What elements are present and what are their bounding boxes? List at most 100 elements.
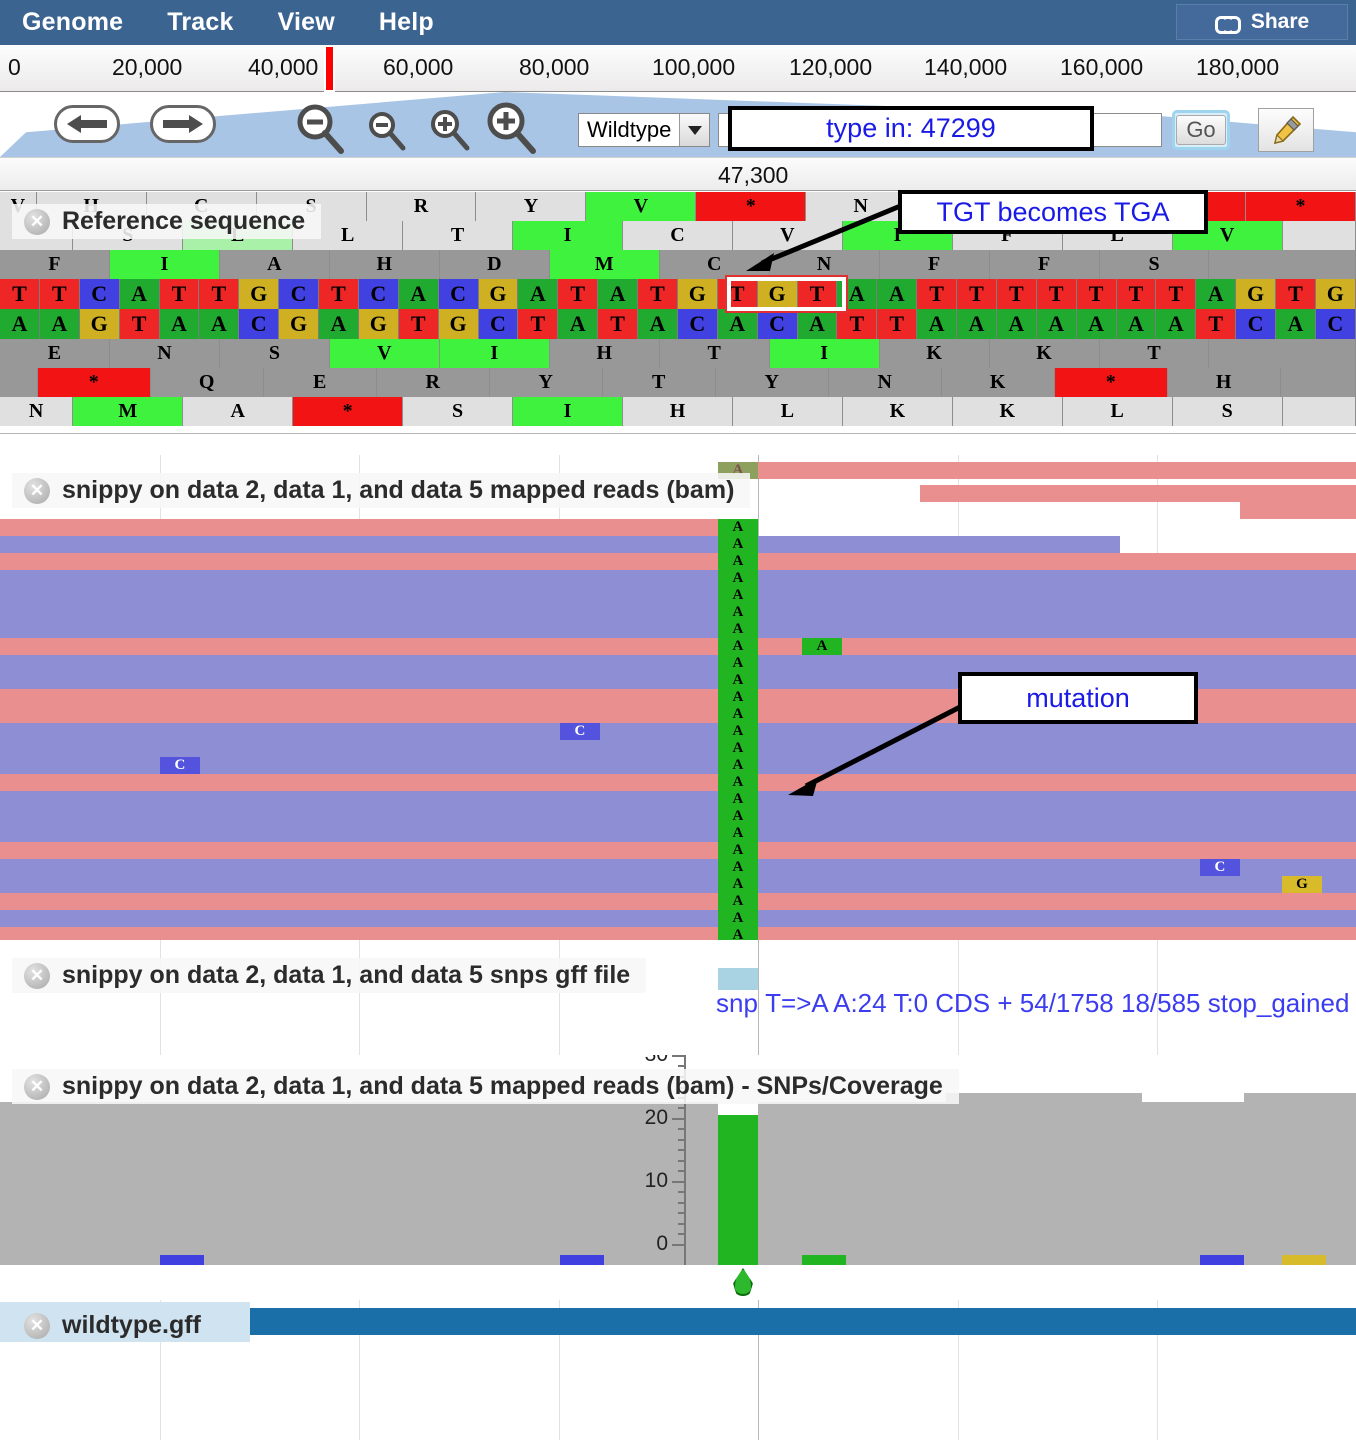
coverage-ytick: 10 <box>645 1169 668 1193</box>
back-button[interactable] <box>54 105 120 143</box>
base-cell: G <box>239 279 279 309</box>
zoom-in-small-button[interactable] <box>426 106 474 154</box>
read-snp-marker[interactable]: A <box>718 910 758 927</box>
read-alignment[interactable] <box>0 842 1356 859</box>
read-snp-marker[interactable]: A <box>718 638 758 655</box>
read-alignment[interactable] <box>0 927 1356 940</box>
read-alignment[interactable] <box>0 808 1356 825</box>
overview-ruler[interactable]: 0 20,000 40,000 60,000 80,000 100,000 12… <box>0 45 1356 92</box>
read-snp-marker[interactable]: A <box>718 655 758 672</box>
menu-view[interactable]: View <box>256 0 357 45</box>
arrow-right-icon <box>161 113 205 135</box>
read-alignment[interactable] <box>1240 502 1356 519</box>
overview-position-marker[interactable] <box>324 45 335 92</box>
read-snp-marker[interactable]: C <box>560 723 600 740</box>
coverage-track[interactable]: 30 20 10 0 ✕ snippy on data 2, data 1, a… <box>0 1055 1356 1300</box>
go-button[interactable]: Go <box>1172 110 1230 150</box>
read-snp-marker[interactable]: A <box>718 570 758 587</box>
read-alignment[interactable] <box>0 910 1356 927</box>
read-snp-marker[interactable]: A <box>718 689 758 706</box>
menu-help[interactable]: Help <box>357 0 456 45</box>
read-snp-marker[interactable]: A <box>718 774 758 791</box>
highlight-tool-button[interactable] <box>1258 108 1314 152</box>
read-snp-marker[interactable]: C <box>160 757 200 774</box>
close-icon[interactable]: ✕ <box>24 478 50 504</box>
read-alignment[interactable] <box>0 553 1356 570</box>
read-snp-marker[interactable]: A <box>718 893 758 910</box>
snp-feature-type: snp <box>716 988 758 1018</box>
snps-gff-track[interactable]: snp T=>A A:24 T:0 CDS + 54/1758 18/585 s… <box>0 940 1356 1055</box>
read-snp-marker[interactable]: A <box>718 859 758 876</box>
read-alignment[interactable] <box>0 723 1356 740</box>
reverse-frame-2-codon: Y <box>490 368 603 397</box>
forward-button[interactable] <box>150 105 216 143</box>
menu-track[interactable]: Track <box>145 0 255 45</box>
read-snp-marker[interactable]: A <box>718 808 758 825</box>
read-alignment[interactable] <box>0 791 1356 808</box>
snp-feature-block[interactable] <box>718 968 758 990</box>
read-snp-marker[interactable]: A <box>718 876 758 893</box>
coverage-snp-marker <box>1200 1255 1244 1265</box>
read-snp-marker[interactable]: A <box>718 672 758 689</box>
read-alignment[interactable] <box>0 638 1356 655</box>
read-alignment[interactable] <box>0 774 1356 791</box>
wildtype-feature-bar[interactable] <box>250 1308 1356 1335</box>
menu-genome[interactable]: Genome <box>0 0 145 45</box>
read-snp-marker[interactable]: A <box>718 927 758 940</box>
read-snp-marker[interactable]: A <box>718 536 758 553</box>
annotation-arrow-tgt <box>740 195 920 275</box>
read-snp-marker[interactable]: A <box>802 638 842 655</box>
read-snp-marker[interactable]: A <box>718 740 758 757</box>
forward-frame-2-codon: I <box>513 221 623 250</box>
forward-frame-3-codon: F <box>0 250 110 279</box>
read-snp-marker[interactable]: A <box>718 553 758 570</box>
forward-frame-3-codon: D <box>440 250 550 279</box>
read-snp-marker[interactable]: A <box>718 706 758 723</box>
read-alignment[interactable] <box>0 757 1356 774</box>
read-alignment[interactable] <box>0 825 1356 842</box>
read-alignment[interactable] <box>0 536 1120 553</box>
read-alignment[interactable] <box>920 485 1356 502</box>
read-snp-marker[interactable]: C <box>1200 859 1240 876</box>
base-cell: G <box>1236 279 1276 309</box>
close-icon[interactable]: ✕ <box>24 963 50 989</box>
zoom-in-large-button[interactable] <box>482 99 540 157</box>
read-alignment[interactable] <box>0 587 1356 604</box>
read-alignment[interactable] <box>718 462 1356 479</box>
read-snp-marker[interactable]: A <box>718 723 758 740</box>
read-alignment[interactable] <box>0 740 1356 757</box>
read-alignment[interactable] <box>0 570 1356 587</box>
read-snp-marker[interactable]: G <box>1282 876 1322 893</box>
read-snp-marker[interactable]: A <box>718 604 758 621</box>
read-alignment[interactable] <box>0 655 1356 672</box>
read-snp-marker[interactable]: A <box>718 791 758 808</box>
read-alignment[interactable] <box>0 604 1356 621</box>
overview-tick: 120,000 <box>789 54 872 81</box>
close-icon[interactable]: ✕ <box>24 1074 50 1100</box>
zoom-out-small-button[interactable] <box>364 108 410 154</box>
coverage-snp-bar <box>718 1115 758 1265</box>
read-alignment[interactable] <box>0 519 758 536</box>
read-alignment[interactable] <box>0 876 1356 893</box>
read-alignment[interactable] <box>0 893 1356 910</box>
reference-sequence-select[interactable]: Wildtype <box>578 113 710 147</box>
reverse-frame-1-codon: K <box>990 339 1100 368</box>
wildtype-gff-track[interactable]: ✕ wildtype.gff <box>0 1300 1356 1440</box>
read-alignment[interactable] <box>0 621 1356 638</box>
zoom-out-large-button[interactable] <box>292 101 348 157</box>
read-snp-marker[interactable]: A <box>718 519 758 536</box>
snp-feature-description: T=>A A:24 T:0 CDS + 54/1758 18/585 stop_… <box>765 988 1356 1018</box>
share-button[interactable]: Share <box>1176 4 1348 40</box>
snps-gff-label-text: snippy on data 2, data 1, and data 5 snp… <box>62 961 630 990</box>
close-icon[interactable]: ✕ <box>24 209 50 235</box>
position-ruler[interactable]: 47,300 <box>0 157 1356 191</box>
read-snp-marker[interactable]: A <box>718 621 758 638</box>
close-icon[interactable]: ✕ <box>24 1313 50 1339</box>
base-cell: T <box>997 279 1037 309</box>
chevron-down-icon[interactable] <box>679 114 709 146</box>
read-snp-marker[interactable]: A <box>718 825 758 842</box>
read-snp-marker[interactable]: A <box>718 587 758 604</box>
read-snp-marker[interactable]: A <box>718 842 758 859</box>
read-alignment[interactable] <box>0 859 1356 876</box>
read-snp-marker[interactable]: A <box>718 757 758 774</box>
